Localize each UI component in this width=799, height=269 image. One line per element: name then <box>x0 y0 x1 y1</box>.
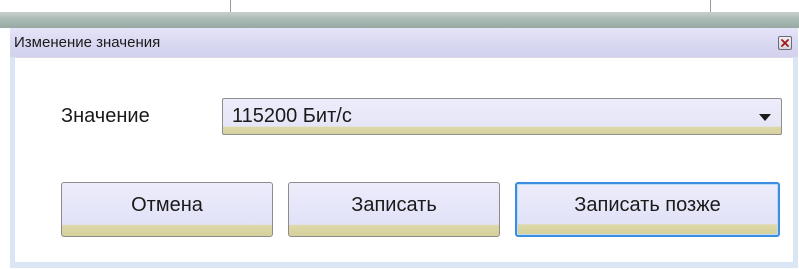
chevron-down-icon[interactable] <box>759 114 771 121</box>
value-select[interactable]: 115200 Бит/с <box>222 98 782 135</box>
write-later-button-label: Записать позже <box>574 194 721 216</box>
background-divider <box>710 0 711 12</box>
background-divider <box>230 0 231 12</box>
write-later-button[interactable]: Записать позже <box>515 182 780 237</box>
dialog-title: Изменение значения <box>14 34 161 51</box>
cancel-button-label: Отмена <box>131 194 203 216</box>
value-label: Значение <box>61 105 150 127</box>
change-value-dialog: Изменение значения Значение 115200 Бит/с… <box>10 28 798 268</box>
cancel-button[interactable]: Отмена <box>61 182 273 237</box>
background-window-bar <box>0 12 799 28</box>
write-button[interactable]: Записать <box>288 182 500 237</box>
value-select-text: 115200 Бит/с <box>232 105 352 127</box>
write-button-label: Записать <box>351 194 437 216</box>
screen: Изменение значения Значение 115200 Бит/с… <box>0 0 799 269</box>
dialog-body: Значение 115200 Бит/с Отмена Записать За… <box>15 57 793 262</box>
dialog-titlebar[interactable]: Изменение значения <box>10 28 798 57</box>
close-icon <box>781 39 789 47</box>
close-button[interactable] <box>778 36 792 50</box>
